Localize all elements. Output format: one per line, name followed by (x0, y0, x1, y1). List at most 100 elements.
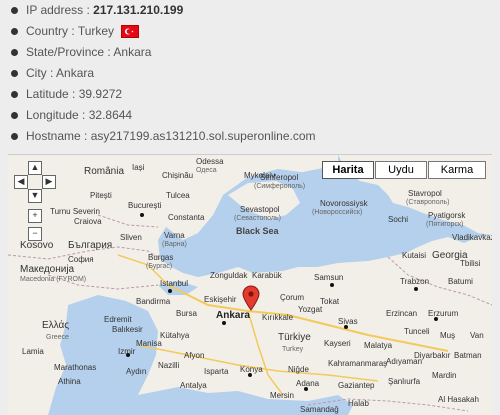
map-label-kosovo: Kosovo (20, 240, 54, 251)
city-dot (304, 387, 308, 391)
map-label-craiova: Craiova (74, 217, 102, 226)
map-label-novorossiysk: Novorossiysk (320, 199, 368, 208)
city-dot (330, 283, 334, 287)
map-label-kahramanmaras: Kahramanmaraş (328, 359, 388, 368)
longitude-row: Longitude : 32.8644 (8, 105, 488, 126)
map-label-varna: Varna (164, 231, 185, 240)
map-label-balikesir: Balıkesir (112, 325, 143, 334)
pan-right-icon[interactable]: ▶ (42, 175, 56, 189)
state-row: State/Province : Ankara (8, 42, 488, 63)
map-label-sevastopol-cyr: (Севастополь) (234, 215, 281, 222)
ip-info-list: IP address : 217.131.210.199 Country : T… (8, 0, 488, 147)
map-label-bursa: Bursa (176, 309, 197, 318)
ip-address-label: IP address : (26, 3, 94, 17)
pan-left-icon[interactable]: ◀ (14, 175, 28, 189)
city-dot (140, 213, 144, 217)
map-label-samsun: Samsun (314, 273, 344, 282)
map-label-gaziantep: Gaziantep (338, 381, 375, 390)
map-label-trabzon: Trabzon (400, 277, 430, 286)
map-label-erzincan: Erzincan (386, 309, 418, 318)
pan-down-icon[interactable]: ▼ (28, 189, 42, 203)
map-label-antalya: Antalya (180, 381, 207, 390)
latitude-row: Latitude : 39.9272 (8, 84, 488, 105)
map-label-burgas-cyr: (Бургас) (146, 263, 173, 270)
map-label-kutaisi: Kutaisi (402, 251, 427, 260)
map-type-uydu-button[interactable]: Uydu (375, 161, 427, 179)
map-label-pyatigorsk-cyr: (Пятигорск) (426, 221, 464, 228)
map-label-bulgaria: България (68, 240, 113, 251)
map-label-mus: Muş (440, 331, 456, 340)
city-dot (434, 317, 438, 321)
map-label-odessa: Odessa (196, 157, 224, 166)
hostname-label: Hostname : (26, 129, 91, 143)
map-label-pitesti: Pitești (90, 191, 112, 200)
ip-address-value: 217.131.210.199 (93, 3, 184, 17)
map-label-sevastopol: Sevastopol (240, 205, 280, 214)
map-type-harita-button[interactable]: Harita (322, 161, 374, 179)
bullet-icon (11, 91, 18, 98)
map-label-black-sea: Black Sea (236, 226, 279, 236)
latitude-value: 39.9272 (78, 87, 123, 101)
map-label-novorossiysk-cyr: (Новороссийск) (312, 209, 363, 216)
map-label-iasi: Iași (132, 163, 145, 172)
location-pin-icon[interactable] (242, 285, 260, 311)
map-label-istanbul: Istanbul (160, 279, 189, 288)
map-label-batumi: Batumi (448, 277, 473, 286)
map-label-corum: Çorum (280, 293, 305, 302)
map-label-tunceli: Tunceli (404, 327, 430, 336)
country-row: Country : Turkey (8, 21, 488, 42)
zoom-in-icon[interactable]: + (28, 209, 42, 223)
map-label-athina: Athina (58, 377, 81, 386)
map-label-constanta: Constanta (168, 213, 205, 222)
city-value: Ankara (56, 66, 95, 80)
map-label-yozgat: Yozgat (298, 305, 323, 314)
city-dot (168, 289, 172, 293)
map-label-sochi: Sochi (388, 215, 409, 224)
map-label-isparta: Isparta (204, 367, 229, 376)
bullet-icon (11, 49, 18, 56)
map-label-kirikkale: Kırıkkale (262, 313, 294, 322)
map-label-malatya: Malatya (364, 341, 393, 350)
map-label-turnu-severin: Turnu Severin (50, 207, 100, 216)
hostname-value: asy217199.as131210.sol.superonline.com (90, 129, 316, 143)
map-label-romania: România (84, 166, 125, 177)
bullet-icon (11, 70, 18, 77)
map-label-sivas: Sivas (338, 317, 358, 326)
map-label-ankara: Ankara (216, 310, 250, 321)
map-label-zonguldak: Zonguldak (210, 271, 248, 280)
map-label-odesa: Одеса (196, 167, 217, 174)
city-dot (126, 353, 130, 357)
city-dot (414, 287, 418, 291)
bullet-icon (11, 28, 18, 35)
turkey-flag-icon (121, 25, 140, 39)
map-label-vladikavkaz: Vladikavkaz (452, 233, 492, 242)
map-label-mersin: Mersin (270, 391, 295, 400)
hostname-row: Hostname : asy217199.as131210.sol.supero… (8, 126, 488, 147)
map-label-lamia: Lamia (22, 347, 44, 356)
map-label-turkey: Turkey (282, 346, 304, 353)
map-label-al-hasakah: Al Hasakah (438, 395, 479, 404)
location-map[interactable]: Black Sea România Kosovo България Македо… (8, 154, 492, 415)
map-label-halab: Halab (348, 399, 369, 408)
map-label-kutahya: Kütahya (160, 331, 190, 340)
zoom-out-icon[interactable]: − (28, 227, 42, 241)
map-label-greece: Greece (46, 334, 69, 341)
state-label: State/Province : (26, 45, 114, 59)
pan-up-icon[interactable]: ▲ (28, 161, 42, 175)
map-label-kayseri: Kayseri (324, 339, 351, 348)
map-label-adana: Adana (296, 379, 320, 388)
city-row: City : Ankara (8, 63, 488, 84)
city-dot (222, 321, 226, 325)
map-label-marathonas: Marathonas (54, 363, 97, 372)
map-label-afyon: Afyon (184, 351, 205, 360)
longitude-label: Longitude : (26, 108, 89, 122)
map-type-karma-button[interactable]: Karma (428, 161, 486, 179)
map-label-ellas: Ελλάς (42, 320, 70, 331)
map-label-aydin: Aydın (126, 367, 147, 376)
state-value: Ankara (113, 45, 152, 59)
map-label-mardin: Mardin (432, 371, 457, 380)
map-label-edremit: Edremit (104, 315, 132, 324)
map-label-manisa: Manisa (136, 339, 162, 348)
bullet-icon (11, 133, 18, 140)
map-label-eskisehir: Eskişehir (204, 295, 237, 304)
